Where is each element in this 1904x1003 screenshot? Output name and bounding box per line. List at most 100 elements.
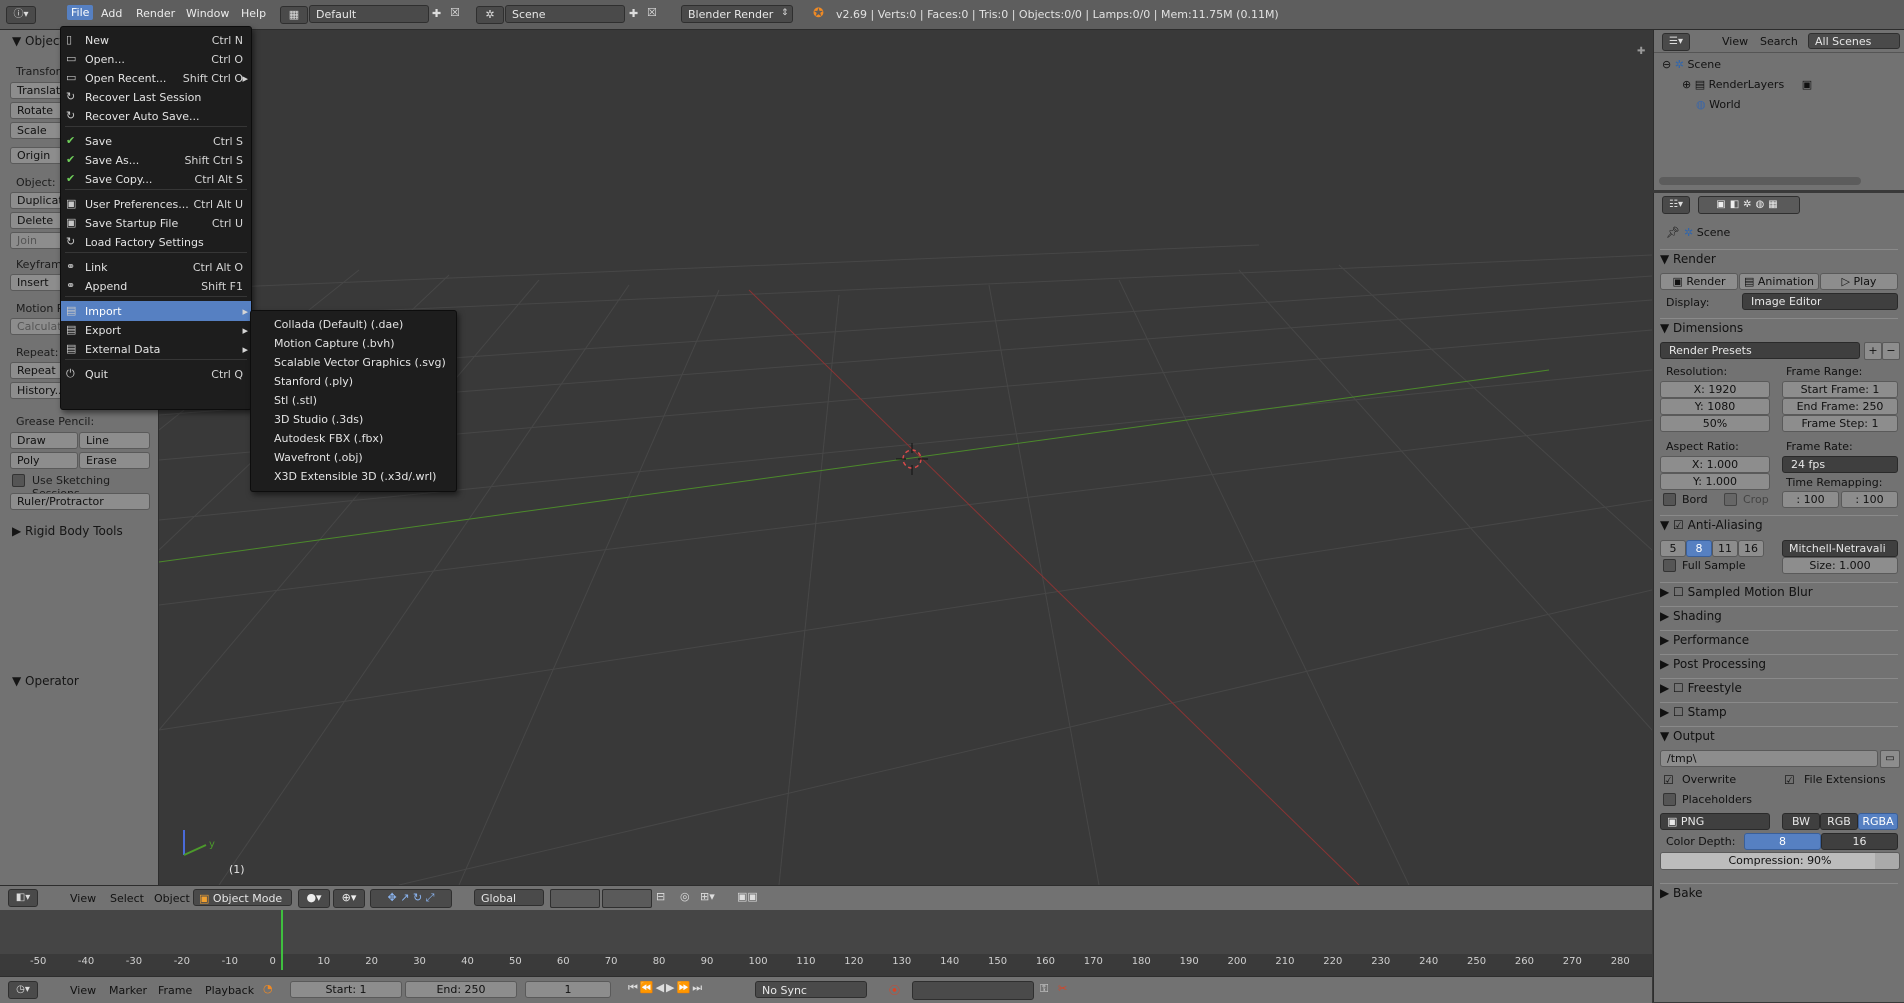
outliner-view-menu[interactable]: View	[1722, 35, 1748, 48]
display-select[interactable]: Image Editor	[1742, 293, 1898, 310]
file-menu-item-import[interactable]: ▤ Import ▸	[61, 301, 251, 321]
view-corner-plus-icon[interactable]: ✚	[1637, 46, 1645, 57]
start-frame-field[interactable]: Start: 1	[290, 981, 402, 998]
add-preset-icon[interactable]: +	[1864, 342, 1882, 360]
aa-5-button[interactable]: 5	[1660, 540, 1686, 557]
file-menu-item-link[interactable]: ⚭ Link Ctrl Alt O	[61, 257, 251, 277]
aa-16-button[interactable]: 16	[1738, 540, 1764, 557]
import-format-item[interactable]: 3D Studio (.3ds)	[274, 413, 363, 426]
render-panel-header[interactable]: ▼ Render	[1660, 249, 1898, 266]
output-path-field[interactable]: /tmp\	[1660, 750, 1878, 767]
import-format-item[interactable]: Autodesk FBX (.fbx)	[274, 432, 383, 445]
aspect-x-field[interactable]: X: 1.000	[1660, 456, 1770, 473]
screen-layout-icon[interactable]: ▦	[280, 6, 308, 24]
screen-layout-field[interactable]: Default	[309, 5, 429, 23]
freestyle-checkbox[interactable]: ☐	[1673, 681, 1684, 695]
performance-panel-header[interactable]: ▶ Performance	[1660, 630, 1898, 647]
file-menu-item-quit[interactable]: ⏻ Quit Ctrl Q	[61, 364, 251, 384]
bw-button[interactable]: BW	[1782, 813, 1820, 830]
motion-blur-checkbox[interactable]: ☐	[1673, 585, 1684, 599]
stamp-panel-header[interactable]: ▶ ☐ Stamp	[1660, 702, 1898, 719]
stamp-checkbox[interactable]: ☐	[1673, 705, 1684, 719]
render-preview-icon[interactable]: ▣▣	[737, 890, 758, 903]
sync-select[interactable]: No Sync	[755, 981, 867, 998]
import-format-item[interactable]: Wavefront (.obj)	[274, 451, 363, 464]
remap-old-field[interactable]: : 100	[1782, 491, 1839, 508]
scene-icon[interactable]: ✲	[476, 6, 504, 24]
file-menu-item-load-factory-settings[interactable]: ↻ Load Factory Settings	[61, 232, 251, 252]
fps-select[interactable]: 24 fps	[1782, 456, 1898, 473]
timeline-view-menu[interactable]: View	[70, 984, 96, 997]
editor-type-icon[interactable]: ◧▾	[8, 889, 38, 907]
render-presets-select[interactable]: Render Presets	[1660, 342, 1860, 359]
render-button[interactable]: ▣ Render	[1660, 273, 1738, 290]
timeline-frame-menu[interactable]: Frame	[158, 984, 192, 997]
renderlayer-visible-icon[interactable]: ▣	[1802, 78, 1812, 91]
end-frame-field[interactable]: End: 250	[405, 981, 517, 998]
full-sample-checkbox[interactable]	[1663, 559, 1676, 572]
overwrite-checkbox[interactable]: ☑	[1663, 773, 1674, 787]
snap-icon[interactable]: ⊞▾	[700, 890, 715, 903]
remove-layout-icon[interactable]: ☒	[450, 6, 460, 19]
depth-16-button[interactable]: 16	[1821, 833, 1898, 850]
resolution-y-field[interactable]: Y: 1080	[1660, 398, 1770, 415]
resolution-x-field[interactable]: X: 1920	[1660, 381, 1770, 398]
rgba-button[interactable]: RGBA	[1858, 813, 1898, 830]
file-menu-item-save-as[interactable]: ✔ Save As... Shift Ctrl S	[61, 150, 251, 170]
import-format-item[interactable]: Stl (.stl)	[274, 394, 317, 407]
shading-panel-header[interactable]: ▶ Shading	[1660, 606, 1898, 623]
select-menu[interactable]: Select	[110, 892, 144, 905]
proportional-edit-icon[interactable]: ◎	[680, 890, 690, 903]
timeline-area[interactable]: -50 -40 -30 -20 -10 0 10 20 30 40 50 60 70 80 90 100 110…	[0, 910, 1652, 970]
panel-rigid-body[interactable]: ▶ Rigid Body Tools	[12, 524, 123, 538]
outliner-scrollbar[interactable]	[1659, 177, 1861, 185]
remap-new-field[interactable]: : 100	[1841, 491, 1898, 508]
file-menu-item-open[interactable]: ▭ Open... Ctrl O	[61, 49, 251, 69]
gp-line-button[interactable]: Line	[79, 432, 150, 449]
outliner-item-world[interactable]: ◍ World	[1696, 98, 1741, 111]
import-format-item[interactable]: Collada (Default) (.dae)	[274, 318, 403, 331]
outliner-item-scene[interactable]: ⊖ ✲ Scene	[1662, 58, 1721, 71]
current-frame-field[interactable]: 1	[525, 981, 611, 998]
timeline-marker-menu[interactable]: Marker	[109, 984, 147, 997]
crop-checkbox[interactable]	[1724, 493, 1737, 506]
aa-filter-select[interactable]: Mitchell-Netravali	[1782, 540, 1898, 557]
file-menu-item-append[interactable]: ⚭ Append Shift F1	[61, 276, 251, 296]
aa-11-button[interactable]: 11	[1712, 540, 1738, 557]
file-menu-item-new[interactable]: ▯ New Ctrl N	[61, 30, 251, 50]
dimensions-panel-header[interactable]: ▼ Dimensions	[1660, 318, 1898, 335]
add-layout-icon[interactable]: ✚	[432, 7, 441, 20]
outliner-item-renderlayers[interactable]: ⊕ ▤ RenderLayers ▣	[1682, 78, 1812, 91]
antialiasing-checkbox[interactable]: ☑	[1673, 518, 1684, 532]
timeline-editor-icon[interactable]: ◷▾	[8, 981, 38, 999]
freestyle-panel-header[interactable]: ▶ ☐ Freestyle	[1660, 678, 1898, 695]
keying-set-field[interactable]	[912, 981, 1034, 1000]
placeholders-checkbox[interactable]	[1663, 793, 1676, 806]
file-menu-item-export[interactable]: ▤ Export ▸	[61, 320, 251, 340]
mode-select[interactable]: ▣ Object Mode	[193, 889, 292, 906]
delete-key-icon[interactable]: ✂	[1058, 982, 1067, 995]
antialiasing-panel-header[interactable]: ▼ ☑ Anti-Aliasing	[1660, 515, 1898, 532]
record-icon[interactable]: ⦿	[889, 982, 900, 998]
depth-8-button[interactable]: 8	[1744, 833, 1821, 850]
file-menu-item-external-data[interactable]: ▤ External Data ▸	[61, 339, 251, 359]
lock-layers-icon[interactable]: ⊟	[656, 890, 665, 903]
shading-icon[interactable]: ●▾	[298, 889, 330, 908]
frame-step-field[interactable]: Frame Step: 1	[1782, 415, 1898, 432]
menu-help[interactable]: Help	[241, 7, 266, 20]
play-button[interactable]: ▷ Play	[1820, 273, 1898, 290]
outliner-editor-icon[interactable]: ☰▾	[1662, 33, 1690, 51]
outliner-search-menu[interactable]: Search	[1760, 35, 1798, 48]
gp-draw-button[interactable]: Draw	[10, 432, 78, 449]
start-frame-prop-field[interactable]: Start Frame: 1	[1782, 381, 1898, 398]
remove-preset-icon[interactable]: −	[1882, 342, 1900, 360]
rgb-button[interactable]: RGB	[1820, 813, 1858, 830]
folder-browse-icon[interactable]: ▭	[1880, 750, 1900, 768]
file-extensions-checkbox[interactable]: ☑	[1784, 773, 1795, 787]
scene-field[interactable]: Scene	[505, 5, 625, 23]
menu-add[interactable]: Add	[101, 7, 122, 20]
file-menu-item-open-recent[interactable]: ▭ Open Recent... Shift Ctrl O ▸	[61, 68, 251, 88]
import-format-item[interactable]: Motion Capture (.bvh)	[274, 337, 395, 350]
panel-object-tools[interactable]: ▼ Object	[12, 34, 64, 48]
post-processing-panel-header[interactable]: ▶ Post Processing	[1660, 654, 1898, 671]
